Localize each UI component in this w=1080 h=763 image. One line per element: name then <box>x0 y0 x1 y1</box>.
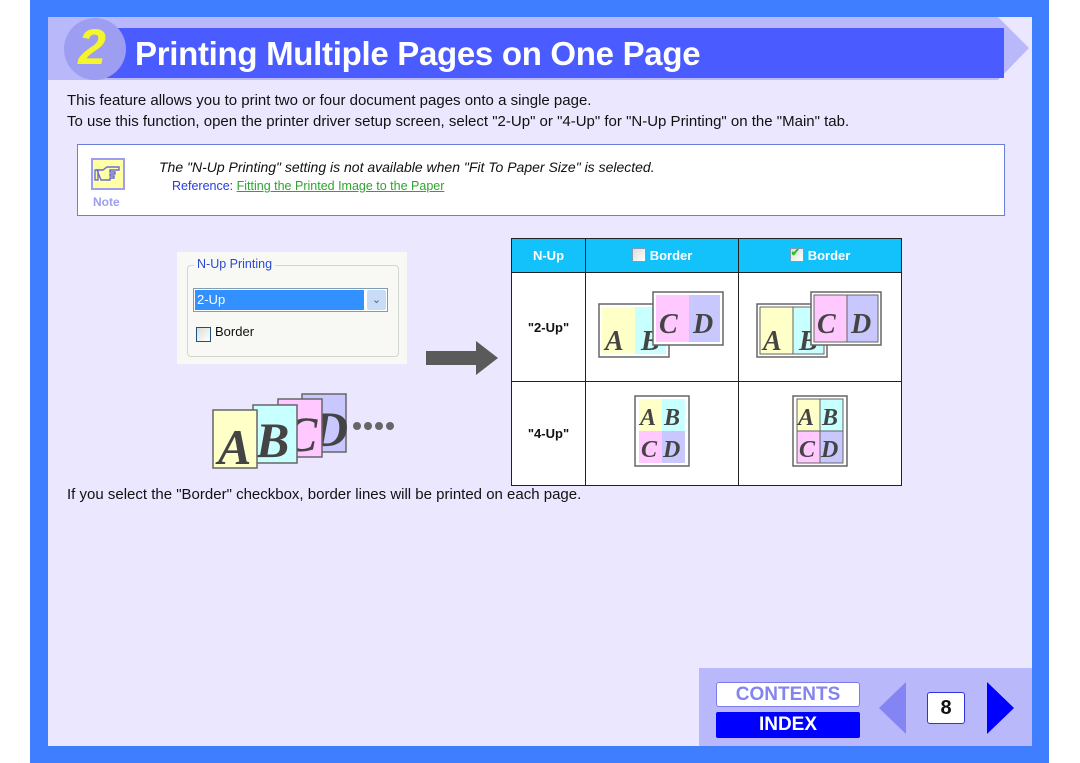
svg-text:A: A <box>796 405 814 431</box>
table-row: "4-Up" A B C D A B C D <box>511 381 902 486</box>
note-reference: Reference: Fitting the Printed Image to … <box>172 179 444 193</box>
table-row: "2-Up" A B C D A B C D <box>511 272 902 382</box>
chevron-down-icon[interactable]: ⌄ <box>367 290 386 310</box>
svg-text:D: D <box>850 309 871 340</box>
2up-border-illustration: A B C D <box>756 290 882 358</box>
svg-text:B: B <box>821 405 838 431</box>
contents-button[interactable]: CONTENTS <box>716 682 860 707</box>
svg-text:C: C <box>817 309 836 340</box>
border-checkbox[interactable] <box>196 327 211 342</box>
2up-no-border-illustration: A B C D <box>598 290 724 358</box>
page-title: Printing Multiple Pages on One Page <box>135 35 701 72</box>
svg-text:D: D <box>662 437 680 463</box>
reference-prefix: Reference: <box>172 179 237 193</box>
ellipsis-dot <box>364 422 372 430</box>
col-header-nup: N-Up <box>511 238 586 273</box>
nup-select[interactable]: 2-Up ⌄ <box>193 288 388 312</box>
col-header-no-border: Border <box>585 238 739 273</box>
svg-text:C: C <box>641 437 658 463</box>
reference-link[interactable]: Fitting the Printed Image to the Paper <box>237 179 445 193</box>
svg-text:A: A <box>638 405 656 431</box>
svg-text:C: C <box>659 309 678 340</box>
col-header-label: Border <box>807 248 851 263</box>
cell-2up-border: A B C D <box>738 272 902 382</box>
svg-text:B: B <box>663 405 680 431</box>
intro-text: This feature allows you to print two or … <box>67 90 849 132</box>
svg-text:D: D <box>820 437 838 463</box>
index-button[interactable]: INDEX <box>716 712 860 738</box>
intro-line-2: To use this function, open the printer d… <box>67 113 850 130</box>
ellipsis-dot <box>375 422 383 430</box>
table-header-row: N-Up Border Border <box>511 238 902 273</box>
cell-4up-no-border: A B C D <box>585 381 739 486</box>
previous-page-icon[interactable] <box>879 682 906 734</box>
note-label: Note <box>93 195 120 209</box>
checked-checkbox-icon <box>789 246 804 262</box>
svg-text:D: D <box>692 309 713 340</box>
note-text: The "N-Up Printing" setting is not avail… <box>159 159 655 175</box>
outro-text: If you select the "Border" checkbox, bor… <box>67 486 582 503</box>
row-label-4up: "4-Up" <box>511 381 586 486</box>
border-checkbox-label: Border <box>215 324 255 339</box>
unchecked-checkbox-icon <box>631 248 646 262</box>
nup-dialog-screenshot: N-Up Printing 2-Up ⌄ Border <box>177 252 407 364</box>
svg-text:A: A <box>761 326 782 357</box>
right-arrow-icon <box>426 341 498 375</box>
note-box: Note The "N-Up Printing" setting is not … <box>77 144 1005 216</box>
next-page-icon[interactable] <box>987 682 1014 734</box>
intro-line-1: This feature allows you to print two or … <box>67 92 592 109</box>
nup-comparison-table: N-Up Border Border "2-Up" A B C D A B <box>511 238 902 486</box>
col-header-label: Border <box>649 248 693 263</box>
cell-2up-no-border: A B C D <box>585 272 739 382</box>
svg-text:C: C <box>799 437 816 463</box>
page-number: 8 <box>927 692 965 724</box>
cell-4up-border: A B C D <box>738 381 902 486</box>
document-pages-illustration: D C B A <box>212 393 394 473</box>
col-header-border: Border <box>738 238 902 273</box>
nup-group-label: N-Up Printing <box>194 257 276 271</box>
section-number: 2 <box>78 19 106 75</box>
ellipsis-dot <box>386 422 394 430</box>
nup-select-value: 2-Up <box>195 290 364 310</box>
ellipsis-dot <box>353 422 361 430</box>
page-a-letter: A <box>215 419 251 473</box>
row-label-2up: "2-Up" <box>511 272 586 382</box>
page-b-letter: B <box>255 412 289 468</box>
4up-border-illustration: A B C D <box>792 395 848 467</box>
svg-text:A: A <box>603 326 624 357</box>
pointing-hand-icon <box>91 158 125 190</box>
4up-no-border-illustration: A B C D <box>634 395 690 467</box>
